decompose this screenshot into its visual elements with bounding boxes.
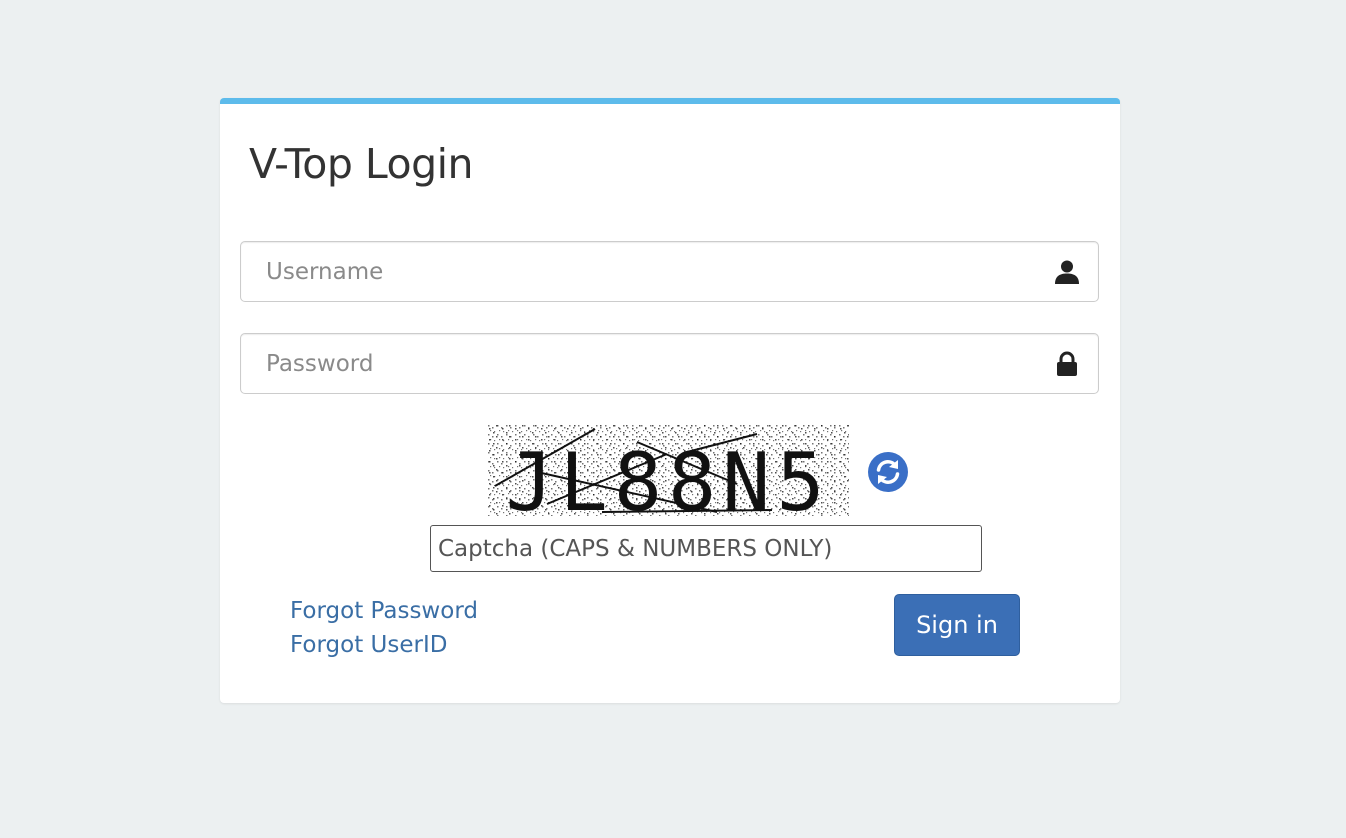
refresh-captcha-icon[interactable] xyxy=(867,451,909,493)
lock-icon xyxy=(1054,351,1080,377)
password-input[interactable] xyxy=(241,334,1098,393)
sign-in-button[interactable]: Sign in xyxy=(894,594,1020,656)
username-input[interactable] xyxy=(241,242,1098,301)
page-title: V-Top Login xyxy=(249,140,474,188)
captcha-image: JL88N5 xyxy=(487,424,849,529)
username-field-wrapper xyxy=(240,241,1099,302)
forgot-password-link[interactable]: Forgot Password xyxy=(290,598,478,624)
password-field-wrapper xyxy=(240,333,1099,394)
login-panel: V-Top Login Username JL88N5 Captcha (CAP… xyxy=(220,98,1120,703)
user-icon xyxy=(1054,259,1080,285)
forgot-userid-link[interactable]: Forgot UserID xyxy=(290,632,447,658)
captcha-input[interactable] xyxy=(430,525,982,572)
